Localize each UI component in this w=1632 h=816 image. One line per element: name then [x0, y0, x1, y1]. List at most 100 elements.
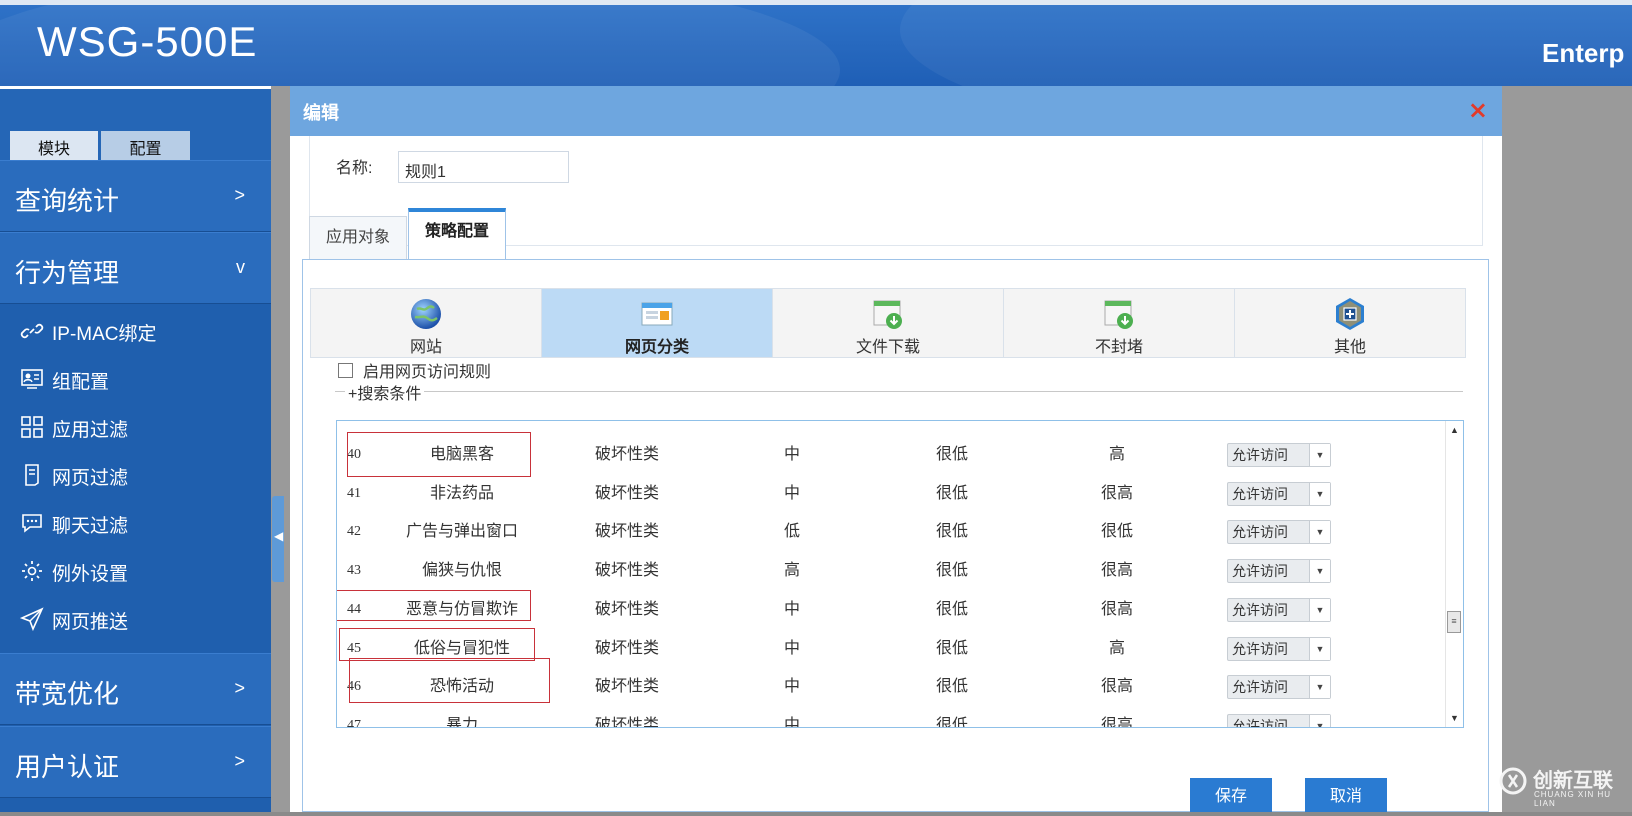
dropdown-arrow-icon[interactable]: ▼: [1309, 598, 1330, 621]
level-2-cell: 很低: [935, 600, 968, 618]
tab-app-object[interactable]: 应用对象: [309, 216, 407, 260]
category-web-classification[interactable]: 网页分类: [542, 289, 773, 357]
watermark-text: 创新互联: [1533, 770, 1613, 792]
save-button[interactable]: 保存: [1190, 778, 1272, 812]
category-type-cell: 破坏性类: [594, 600, 659, 618]
enable-checkbox[interactable]: [338, 363, 353, 378]
level-3-cell: 高: [1108, 446, 1125, 463]
dropdown-arrow-icon[interactable]: ▼: [1309, 714, 1330, 727]
sidebar-item-label: 组配置: [52, 372, 110, 393]
chevron-right-icon: >: [234, 185, 245, 205]
app-title: WSG-500E: [37, 18, 258, 65]
category-table: 40 电脑黑客 破坏性类中很低高允许访问 ▼ 41 非法药品 破坏性类中很低 很高 允许访问 ▼ 4…: [336, 420, 1464, 728]
search-conditions-label: +搜索条件: [345, 380, 425, 404]
action-select[interactable]: 允许访问 ▼: [1227, 520, 1331, 545]
chevron-down-icon: v: [236, 257, 245, 277]
app-header: WSG-500E Enterp: [0, 0, 1632, 86]
action-select[interactable]: 允许访问 ▼: [1227, 443, 1331, 467]
send-icon: [20, 607, 44, 631]
action-select-value: 允许访问: [1232, 717, 1288, 728]
level-1-cell: 中: [783, 446, 800, 463]
sidebar-section-label: 带宽优化: [15, 679, 120, 709]
category-name-cell: 广告与弹出窗口: [405, 523, 518, 541]
search-conditions[interactable]: +搜索条件: [335, 380, 1463, 404]
sidebar-item-group-config[interactable]: 组配置: [0, 354, 271, 402]
sidebar-section-query-stats[interactable]: 查询统计 >: [0, 160, 271, 232]
category-other[interactable]: 其他: [1235, 289, 1465, 357]
category-name-cell: 偏狭与仇恨: [421, 562, 502, 580]
sidebar-section-behavior-mgmt[interactable]: 行为管理 v: [0, 232, 271, 304]
level-1-cell: 中: [783, 716, 800, 728]
sidebar-item-label: 网页过滤: [52, 468, 129, 489]
category-type-cell: 破坏性类: [594, 484, 659, 502]
category-website[interactable]: 网站: [311, 289, 542, 357]
level-1-cell: 高: [783, 562, 800, 580]
action-select[interactable]: 允许访问 ▼: [1227, 636, 1331, 661]
table-row[interactable]: 47 暴力 破坏性类 中 很低 很高 允许访问 ▼: [337, 706, 1447, 728]
action-select[interactable]: 允许访问 ▼: [1227, 481, 1331, 506]
level-1-cell: 中: [783, 678, 800, 696]
table-scrollbar[interactable]: ▲ ≡ ▼: [1445, 421, 1463, 727]
level-3-cell: 很高: [1100, 562, 1133, 580]
header-decoration: [900, 0, 1632, 86]
webpage-icon: [641, 302, 673, 326]
chevron-right-icon: >: [234, 678, 245, 698]
user-card-icon: [21, 369, 43, 389]
sidebar-item-chat-filter[interactable]: 聊天过滤: [0, 498, 271, 546]
category-type-cell: 破坏性类: [594, 639, 659, 657]
sidebar-item-ip-mac-binding[interactable]: IP-MAC绑定: [0, 306, 271, 354]
row-number-cell: 43: [347, 563, 361, 579]
close-icon[interactable]: ×: [1468, 96, 1488, 124]
category-type-cell: 破坏性类: [594, 523, 659, 541]
dropdown-arrow-icon[interactable]: ▼: [1309, 521, 1330, 544]
level-1-cell: 中: [783, 639, 800, 657]
sidebar-item-exception-settings[interactable]: 例外设置: [0, 546, 271, 594]
level-2-cell: 很低: [935, 484, 968, 502]
sidebar-section-bandwidth[interactable]: 带宽优化 >: [0, 653, 271, 725]
action-select[interactable]: 允许访问 ▼: [1227, 713, 1331, 728]
sidebar-section-user-auth[interactable]: 用户认证 >: [0, 726, 271, 798]
table-row[interactable]: 43 偏狭与仇恨 破坏性类 高 很低 很高 允许访问 ▼: [337, 551, 1447, 590]
scroll-thumb[interactable]: ≡: [1447, 611, 1461, 633]
dropdown-arrow-icon[interactable]: ▼: [1309, 676, 1330, 699]
action-select-value: 允许访问: [1232, 485, 1288, 502]
sidebar-item-web-filter[interactable]: 网页过滤: [0, 450, 271, 498]
enable-checkbox-label: 启用网页访问规则: [363, 364, 492, 381]
divider: [335, 391, 1463, 392]
tab-policy-config[interactable]: 策略配置: [408, 208, 506, 260]
name-input[interactable]: 规则1: [398, 151, 569, 183]
sidebar-collapse-handle[interactable]: ◀: [272, 496, 284, 582]
action-select[interactable]: 允许访问 ▼: [1227, 675, 1331, 700]
link-icon: [20, 323, 44, 339]
level-3-cell: 很高: [1100, 716, 1133, 728]
category-no-block[interactable]: 不封堵: [1004, 289, 1235, 357]
sidebar-item-label: 聊天过滤: [52, 516, 129, 537]
cancel-button[interactable]: 取消: [1305, 778, 1387, 812]
highlight-box: [349, 658, 550, 703]
dropdown-arrow-icon[interactable]: ▼: [1309, 560, 1330, 583]
category-label: 网页分类: [624, 339, 689, 356]
category-label: 其他: [1333, 339, 1366, 356]
category-type-cell: 破坏性类: [594, 678, 659, 696]
sidebar-item-web-push[interactable]: 网页推送: [0, 594, 271, 642]
level-3-cell: 很高: [1100, 678, 1133, 696]
table-row[interactable]: 41 非法药品 破坏性类 中 很低 很高 允许访问 ▼: [337, 474, 1447, 513]
table-row[interactable]: 42 广告与弹出窗口 破坏性类 低 很低 很低 允许访问 ▼: [337, 512, 1447, 551]
dropdown-arrow-icon[interactable]: ▼: [1309, 444, 1330, 466]
sidebar-item-app-filter[interactable]: 应用过滤: [0, 402, 271, 450]
sidebar-item-label: IP-MAC绑定: [52, 324, 157, 345]
enable-web-access-rule[interactable]: 启用网页访问规则: [338, 358, 491, 382]
category-type-cell: 破坏性类: [594, 562, 659, 580]
action-select[interactable]: 允许访问 ▼: [1227, 559, 1331, 584]
action-select[interactable]: 允许访问 ▼: [1227, 597, 1331, 622]
sidebar-item-label: 网页推送: [52, 612, 129, 633]
dropdown-arrow-icon[interactable]: ▼: [1309, 637, 1330, 660]
dropdown-arrow-icon[interactable]: ▼: [1309, 482, 1330, 505]
level-3-cell: 很低: [1100, 523, 1133, 541]
category-name-cell: 非法药品: [429, 484, 494, 502]
table-row-partial: [337, 421, 1447, 432]
highlight-box: [337, 590, 531, 621]
scroll-down-icon[interactable]: ▼: [1450, 713, 1459, 723]
scroll-up-icon[interactable]: ▲: [1450, 425, 1459, 435]
category-file-download[interactable]: 文件下载: [773, 289, 1004, 357]
